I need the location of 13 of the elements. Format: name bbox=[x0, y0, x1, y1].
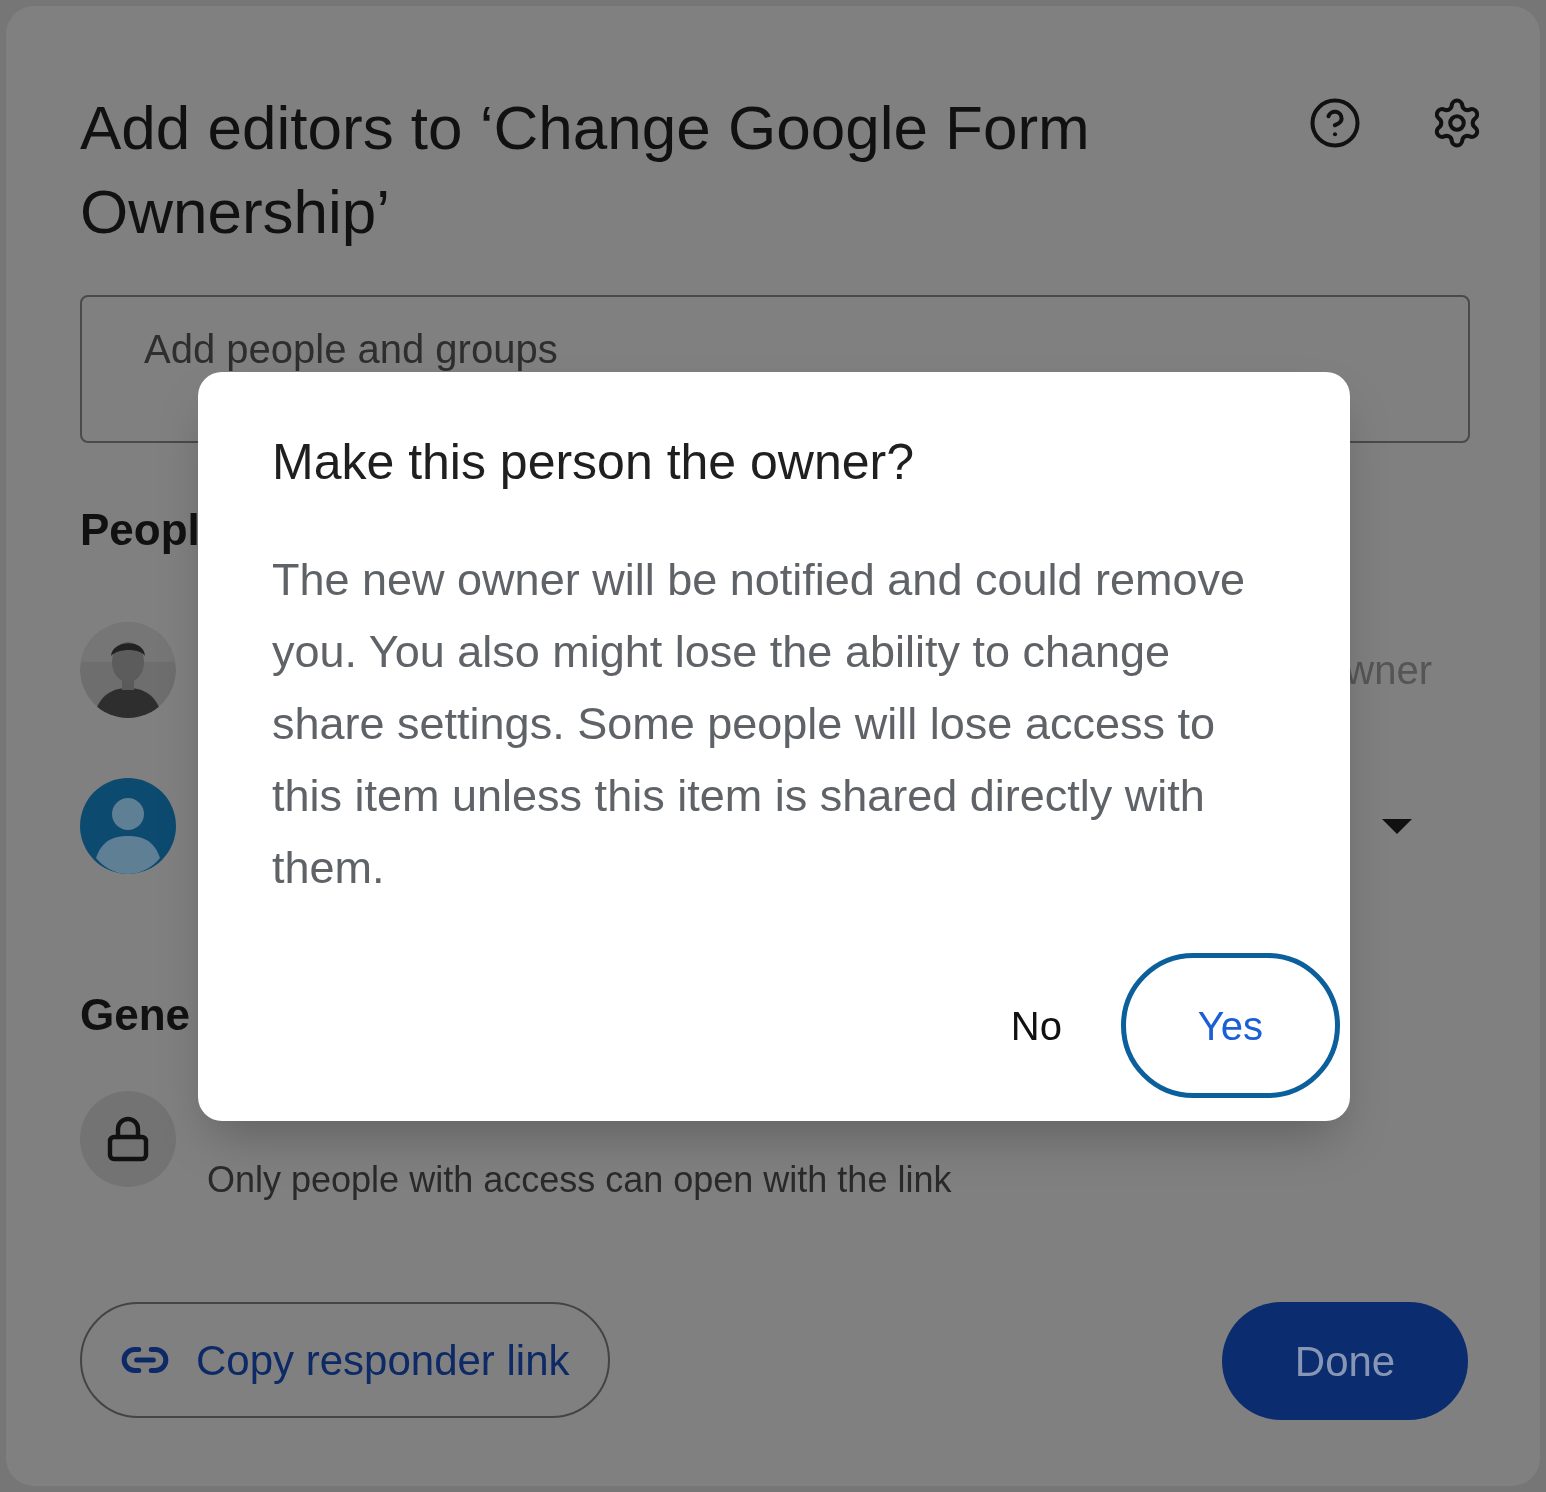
add-people-field[interactable]: Add people and groups bbox=[80, 295, 1470, 443]
no-button[interactable]: No bbox=[981, 953, 1091, 1098]
confirm-message: The new owner will be notified and could remove you. You also might lose the ability to change share settings. Some people will lose access to this item unless this item is shared directly with them. bbox=[272, 553, 1247, 895]
people-heading: Peopl bbox=[80, 504, 200, 556]
yes-button[interactable]: Yes bbox=[1121, 953, 1340, 1098]
general-access-heading: Gene bbox=[80, 989, 191, 1041]
dialog-title: Add editors to ‘Change Google Form Ownership’ bbox=[80, 92, 1091, 248]
access-description: Only people with access can open with the link bbox=[207, 1158, 952, 1202]
help-icon[interactable] bbox=[1308, 96, 1362, 150]
done-button[interactable]: Done bbox=[1222, 1302, 1468, 1420]
avatar-icon bbox=[80, 778, 176, 874]
dropdown-caret-icon[interactable] bbox=[1382, 818, 1412, 834]
copy-link-button[interactable]: Copy responder link bbox=[80, 1302, 610, 1418]
